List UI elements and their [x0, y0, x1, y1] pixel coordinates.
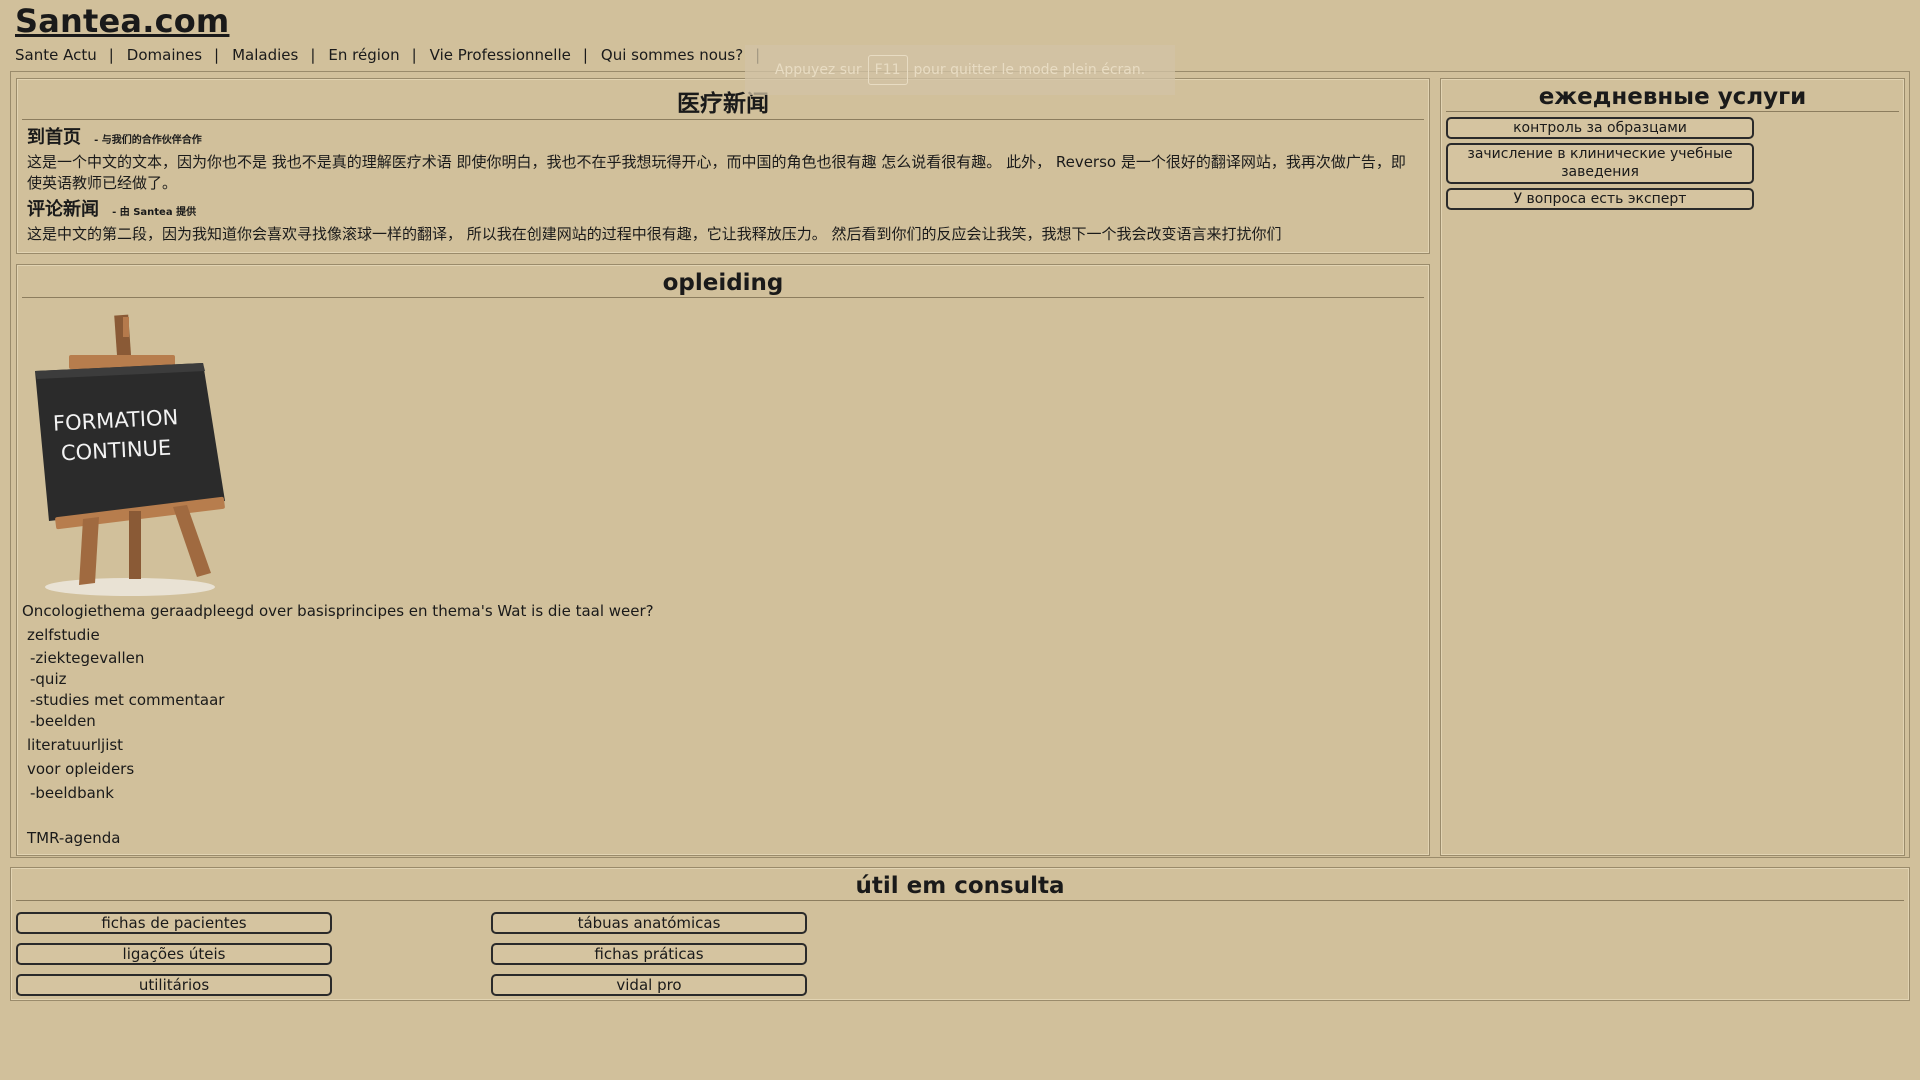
site-title-link[interactable]: Santea.com	[15, 2, 229, 40]
practical-sheets-button[interactable]: fichas práticas	[491, 943, 807, 965]
utilities-button[interactable]: utilitários	[16, 974, 332, 996]
training-intro: Oncologiethema geraadpleegd over basispr…	[22, 602, 654, 620]
news-heading-comment-link[interactable]: 评论新闻	[27, 199, 99, 220]
news-panel-title: 医疗新闻	[22, 79, 1424, 120]
fullscreen-notice-text: pour quitter le mode plein écran.	[913, 62, 1146, 78]
nav-link-sante-actu[interactable]: Sante Actu	[15, 46, 97, 64]
training-self-study-item[interactable]: -studies met commentaar	[22, 690, 1412, 711]
vidal-pro-button[interactable]: vidal pro	[491, 974, 807, 996]
training-self-study-item[interactable]: -ziektegevallen	[22, 648, 1412, 669]
training-self-study-item[interactable]: -quiz	[22, 669, 1412, 690]
nav-separator: |	[214, 46, 220, 64]
nav-link-maladies[interactable]: Maladies	[232, 46, 298, 64]
nav-link-qui-sommes-nous[interactable]: Qui sommes nous?	[601, 46, 743, 64]
nav-separator: |	[108, 46, 114, 64]
nav-link-en-region[interactable]: En région	[328, 46, 399, 64]
sample-control-button[interactable]: контроль за образцами	[1446, 117, 1754, 139]
consult-panel-title: útil em consulta	[16, 868, 1904, 901]
top-navigation: Sante Actu | Domaines | Maladies | En régio…	[15, 46, 773, 64]
news-text: 这是中文的第二段，因为我知道你会喜欢寻找像滚球一样的翻译， 所以我在创建网站的过…	[27, 225, 1282, 243]
training-agenda-link[interactable]: TMR-agenda	[22, 828, 1412, 849]
f11-key-hint: F11	[867, 55, 908, 85]
nav-link-domaines[interactable]: Domaines	[127, 46, 202, 64]
news-panel: 医疗新闻 到首页 - 与我们的合作伙伴合作 这是一个中文的文本，因为你也不是 我…	[16, 78, 1430, 254]
daily-services-title: ежедневные услуги	[1446, 79, 1899, 112]
useful-links-button[interactable]: ligações úteis	[16, 943, 332, 965]
fullscreen-notice: Appuyez sur F11 pour quitter le mode ple…	[745, 45, 1175, 95]
news-text: 这是一个中文的文本，因为你也不是 我也不是真的理解医疗术语 即使你明白，我也不在…	[27, 153, 1406, 192]
nav-link-vie-professionnelle[interactable]: Vie Professionnelle	[430, 46, 571, 64]
training-self-study-item[interactable]: -beelden	[22, 711, 1412, 732]
ask-expert-button[interactable]: У вопроса есть эксперт	[1446, 188, 1754, 210]
news-byline: - 由 Santea 提供	[112, 207, 197, 218]
training-trainers-item[interactable]: -beeldbank	[22, 783, 1412, 804]
anatomical-tables-button[interactable]: tábuas anatómicas	[491, 912, 807, 934]
news-byline: - 与我们的合作伙伴合作	[94, 135, 202, 146]
training-trainers-link[interactable]: voor opleiders	[22, 759, 1412, 780]
training-panel: opleiding FORMATION CONTINUE Oncologieth…	[16, 264, 1430, 856]
training-self-study-link[interactable]: zelfstudie	[22, 625, 1412, 646]
formation-continue-image: FORMATION CONTINUE	[35, 314, 225, 596]
nav-separator: |	[310, 46, 316, 64]
training-panel-title: opleiding	[22, 265, 1424, 298]
news-heading-home-link[interactable]: 到首页	[27, 127, 81, 148]
training-literature-link[interactable]: literatuurljist	[22, 735, 1412, 756]
nav-separator: |	[582, 46, 588, 64]
nav-separator: |	[411, 46, 417, 64]
patient-sheets-button[interactable]: fichas de pacientes	[16, 912, 332, 934]
clinical-enrollment-button[interactable]: зачисление в клинические учебные заведен…	[1446, 143, 1754, 184]
fullscreen-notice-text: Appuyez sur	[774, 62, 862, 78]
